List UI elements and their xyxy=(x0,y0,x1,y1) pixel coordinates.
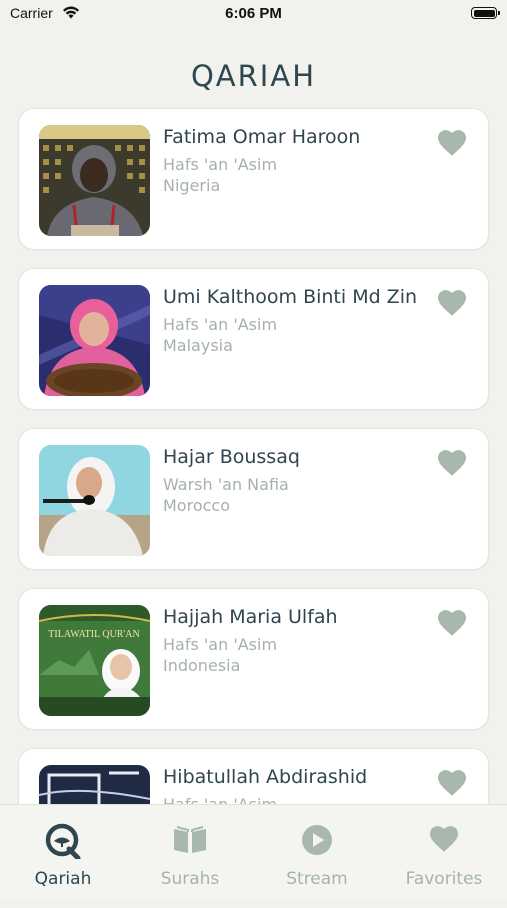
favorite-heart-icon[interactable] xyxy=(436,447,468,477)
reciter-card[interactable]: TILAWATIL QUR'AN Hajjah Maria Ulfah Hafs… xyxy=(18,588,489,730)
reciter-list: Fatima Omar Haroon Hafs 'an 'Asim Nigeri… xyxy=(18,108,489,908)
reciter-photo: TILAWATIL QUR'AN xyxy=(39,605,150,716)
reciter-name: Hajjah Maria Ulfah xyxy=(163,606,338,628)
tab-label: Qariah xyxy=(34,869,92,889)
clock: 6:06 PM xyxy=(225,5,282,22)
tab-label: Stream xyxy=(286,869,348,889)
reciter-photo xyxy=(39,445,150,556)
favorite-heart-icon[interactable] xyxy=(436,287,468,317)
qariah-logo-icon xyxy=(0,823,126,861)
reciter-country: Indonesia xyxy=(163,656,241,675)
reciter-country: Malaysia xyxy=(163,336,233,355)
tab-bar: Qariah Surahs Stream Favorites xyxy=(0,804,507,900)
reciter-country: Morocco xyxy=(163,496,230,515)
tab-label: Surahs xyxy=(160,869,220,889)
status-bar: Carrier 6:06 PM xyxy=(0,0,507,30)
reciter-name: Hibatullah Abdirashid xyxy=(163,766,368,788)
reciter-country: Nigeria xyxy=(163,176,221,195)
reciter-name: Umi Kalthoom Binti Md Zin xyxy=(163,286,418,308)
favorite-heart-icon[interactable] xyxy=(436,127,468,157)
reciter-card[interactable]: Umi Kalthoom Binti Md Zin Hafs 'an 'Asim… xyxy=(18,268,489,410)
reciter-riwaya: Hafs 'an 'Asim xyxy=(163,155,278,174)
favorite-heart-icon[interactable] xyxy=(436,607,468,637)
favorite-heart-icon[interactable] xyxy=(436,767,468,797)
tab-favorites[interactable]: Favorites xyxy=(381,805,507,900)
reciter-riwaya: Hafs 'an 'Asim xyxy=(163,315,278,334)
battery-icon xyxy=(471,7,500,19)
reciter-riwaya: Hafs 'an 'Asim xyxy=(163,635,278,654)
page-title: QARIAH xyxy=(190,59,316,94)
reciter-card[interactable]: Fatima Omar Haroon Hafs 'an 'Asim Nigeri… xyxy=(18,108,489,250)
reciter-name: Hajar Boussaq xyxy=(163,446,300,468)
thumbnail-title: TILAWATIL QUR'AN xyxy=(48,629,139,640)
reciter-card[interactable]: Hajar Boussaq Warsh 'an Nafia Morocco xyxy=(18,428,489,570)
tab-surahs[interactable]: Surahs xyxy=(127,805,253,900)
reciter-riwaya: Warsh 'an Nafia xyxy=(163,475,289,494)
reciter-photo xyxy=(39,125,150,236)
tab-qariah[interactable]: Qariah xyxy=(0,805,126,900)
heart-icon xyxy=(381,823,507,859)
play-icon xyxy=(254,823,380,859)
reciter-name: Fatima Omar Haroon xyxy=(163,126,361,148)
tab-stream[interactable]: Stream xyxy=(254,805,380,900)
tab-label: Favorites xyxy=(405,869,483,889)
reciter-photo xyxy=(39,285,150,396)
book-icon xyxy=(127,823,253,859)
